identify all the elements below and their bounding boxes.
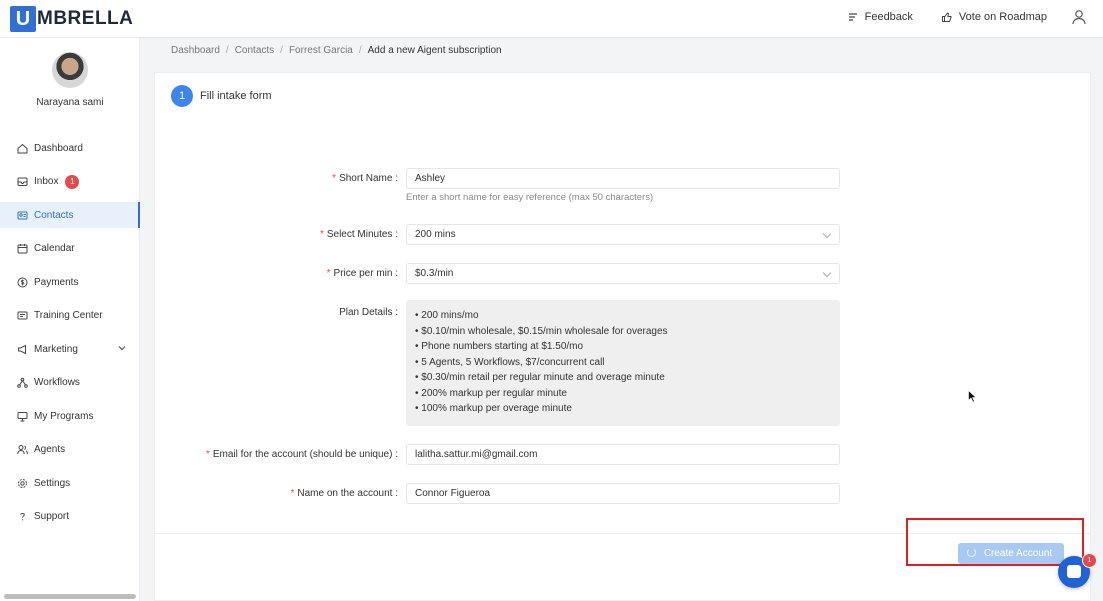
sidebar-item-my-programs[interactable]: My Programs <box>0 403 140 429</box>
help-icon <box>20 512 25 521</box>
sidebar-item-label: Dashboard <box>34 142 83 154</box>
step-indicator: 1 Fill intake form <box>171 85 272 107</box>
plan-details-label: Plan Details : <box>339 307 398 318</box>
sidebar-item-workflows[interactable]: Workflows <box>0 370 140 396</box>
breadcrumb-separator: / <box>225 45 229 56</box>
sidebar-item-label: Calendar <box>34 243 75 254</box>
breadcrumb-current: Add a new Aigent subscription <box>367 45 502 56</box>
chat-icon <box>1067 565 1081 578</box>
short-name-hint: Enter a short name for easy reference (m… <box>406 192 654 203</box>
user-profile-icon[interactable] <box>1071 9 1087 25</box>
sidebar-item-contacts[interactable]: Contacts <box>0 202 140 228</box>
short-name-input[interactable]: Ashley <box>406 168 840 189</box>
sidebar-item-inbox[interactable]: Inbox 1 <box>0 169 140 195</box>
sidebar-item-training-center[interactable]: Training Center <box>0 303 140 329</box>
sidebar: Narayana sami Dashboard Inbox 1 Contacts… <box>0 38 140 601</box>
top-actions: Feedback Vote on Roadmap <box>833 0 1103 34</box>
account-name-label: * Name on the account : <box>290 488 398 499</box>
sidebar-scrollbar[interactable] <box>4 594 136 599</box>
short-name-label: * Short Name : <box>332 173 398 184</box>
breadcrumb: Dashboard / Contacts / Forrest Garcia / … <box>171 45 502 56</box>
sidebar-item-settings[interactable]: Settings <box>0 470 140 496</box>
breadcrumb-dashboard[interactable]: Dashboard <box>171 45 220 56</box>
sidebar-item-agents[interactable]: Agents <box>0 437 140 463</box>
sidebar-item-label: Marketing <box>34 343 78 355</box>
sidebar-nav: Dashboard Inbox 1 Contacts Calendar Paym… <box>0 135 140 537</box>
thumbs-up-icon <box>941 12 952 22</box>
mouse-cursor-icon <box>968 390 976 403</box>
gear-icon <box>18 478 27 488</box>
plan-detail-line: 200% markup per regular minute <box>415 386 832 402</box>
sidebar-item-label: Payments <box>34 276 79 288</box>
top-bar: U MBRELLA Feedback Vote on Roadmap <box>0 0 1103 38</box>
plan-detail-line: Phone numbers starting at $1.50/mo <box>415 339 832 355</box>
workflows-icon <box>17 377 28 388</box>
step-number: 1 <box>171 85 193 107</box>
breadcrumb-contact-name[interactable]: Forrest Garcia <box>289 45 353 56</box>
plan-details-box: 200 mins/mo $0.10/min wholesale, $0.15/m… <box>406 300 840 426</box>
plan-detail-line: 200 mins/mo <box>415 308 832 324</box>
logo-text: MBRELLA <box>37 8 134 29</box>
sidebar-item-label: Support <box>34 511 70 522</box>
price-per-min-label: * Price per min : <box>326 268 398 279</box>
user-name: Narayana sami <box>36 97 104 108</box>
plan-detail-line: $0.30/min retail per regular minute and … <box>415 370 832 386</box>
logo-mark: U <box>10 6 36 32</box>
monitor-icon <box>17 411 28 421</box>
breadcrumb-separator: / <box>358 45 362 56</box>
vote-roadmap-button[interactable]: Vote on Roadmap <box>927 4 1061 30</box>
brand-logo[interactable]: U MBRELLA <box>10 5 133 33</box>
highlight-box <box>906 518 1084 566</box>
agents-icon <box>17 445 28 455</box>
breadcrumb-contacts[interactable]: Contacts <box>235 45 274 56</box>
select-minutes-label: * Select Minutes : <box>319 229 398 240</box>
sidebar-item-label: Contacts <box>34 209 74 221</box>
inbox-count-badge: 1 <box>65 174 80 189</box>
plan-detail-line: 5 Agents, 5 Workflows, $7/concurrent cal… <box>415 355 832 371</box>
sidebar-item-label: My Programs <box>34 410 94 422</box>
feedback-label: Feedback <box>864 11 913 23</box>
email-label: * Email for the account (should be unique… <box>205 449 398 460</box>
sidebar-item-support[interactable]: Support <box>0 504 140 530</box>
chevron-down-icon[interactable] <box>118 344 126 352</box>
payments-icon <box>17 277 28 287</box>
contacts-icon <box>17 211 28 219</box>
step-label: Fill intake form <box>200 90 272 102</box>
inbox-icon <box>17 177 28 186</box>
sidebar-item-label: Training Center <box>34 310 103 321</box>
account-name-input[interactable]: Connor Figueroa <box>406 483 840 504</box>
vote-roadmap-label: Vote on Roadmap <box>958 11 1047 23</box>
sidebar-item-label: Settings <box>34 477 71 489</box>
select-minutes-dropdown[interactable]: 200 mins <box>406 224 840 245</box>
breadcrumb-separator: / <box>280 45 283 56</box>
sidebar-item-dashboard[interactable]: Dashboard <box>0 135 140 161</box>
feedback-button[interactable]: Feedback <box>833 4 927 30</box>
sidebar-item-calendar[interactable]: Calendar <box>0 236 140 262</box>
megaphone-icon <box>18 344 26 354</box>
sidebar-item-payments[interactable]: Payments <box>0 269 140 295</box>
plan-detail-line: $0.10/min wholesale, $0.15/min wholesale… <box>415 324 832 340</box>
avatar[interactable] <box>52 52 88 88</box>
sidebar-item-label: Agents <box>34 444 66 455</box>
sidebar-item-label: Workflows <box>34 377 80 388</box>
chat-badge: 1 <box>1082 553 1097 568</box>
feedback-icon <box>848 13 857 21</box>
price-per-min-dropdown[interactable]: $0.3/min <box>406 263 840 284</box>
calendar-icon <box>17 244 28 254</box>
training-icon <box>17 311 28 320</box>
email-field[interactable]: lalitha.sattur.mi@gmail.com <box>406 444 840 465</box>
plan-detail-line: 100% markup per overage minute <box>415 401 832 417</box>
sidebar-item-marketing[interactable]: Marketing <box>0 336 140 362</box>
sidebar-item-label: Inbox <box>34 176 59 187</box>
home-icon <box>17 143 28 153</box>
